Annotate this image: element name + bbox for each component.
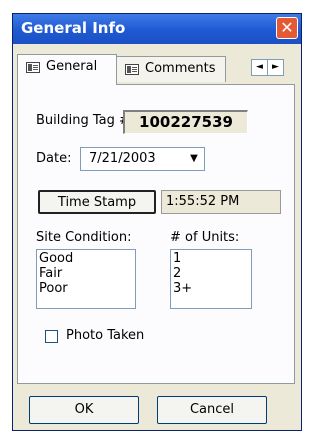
tab-general[interactable]: General — [17, 54, 117, 85]
building-tag-value: 100227539 — [123, 110, 248, 134]
tab-scroll-left-button[interactable]: ◄ — [251, 59, 268, 76]
arrow-left-icon: ◄ — [256, 62, 263, 72]
cancel-button[interactable]: Cancel — [157, 396, 267, 424]
window-title: General Info — [21, 19, 126, 37]
photo-taken-label[interactable]: Photo Taken — [66, 328, 144, 343]
building-tag-label: Building Tag #: — [36, 113, 135, 128]
list-item[interactable]: 3+ — [173, 281, 251, 296]
tab-strip: General Comments ◄ ► — [17, 54, 297, 85]
ok-button[interactable]: OK — [29, 396, 139, 424]
time-stamp-button[interactable]: Time Stamp — [38, 190, 156, 214]
list-item[interactable]: Good — [39, 251, 135, 266]
tab-scroll-right-button[interactable]: ► — [267, 59, 284, 76]
list-item[interactable]: 2 — [173, 266, 251, 281]
list-item[interactable]: Fair — [39, 266, 135, 281]
date-value: 7/21/2003 — [89, 151, 156, 166]
general-info-dialog: General Info ✕ General Comments ◄ ► Buil… — [12, 13, 302, 431]
photo-taken-checkbox[interactable] — [45, 330, 58, 343]
units-label: # of Units: — [170, 230, 240, 245]
title-bar[interactable]: General Info ✕ — [13, 14, 301, 44]
date-label: Date: — [36, 151, 72, 166]
tab-comments[interactable]: Comments — [116, 56, 226, 82]
site-condition-label: Site Condition: — [36, 230, 132, 245]
tab-comments-label: Comments — [145, 61, 216, 76]
arrow-right-icon: ► — [272, 62, 279, 72]
form-icon — [125, 64, 139, 75]
tab-general-label: General — [46, 59, 98, 74]
site-condition-list[interactable]: Good Fair Poor — [36, 249, 136, 309]
units-list[interactable]: 1 2 3+ — [170, 249, 252, 309]
date-dropdown[interactable]: 7/21/2003 ▼ — [80, 147, 205, 171]
dropdown-arrow-icon[interactable]: ▼ — [185, 149, 203, 169]
list-item[interactable]: 1 — [173, 251, 251, 266]
form-icon — [26, 62, 40, 73]
list-item[interactable]: Poor — [39, 281, 135, 296]
time-stamp-value: 1:55:52 PM — [161, 190, 281, 214]
tab-panel-general: Building Tag #: 100227539 Date: 7/21/200… — [17, 84, 295, 384]
close-icon: ✕ — [280, 18, 294, 37]
close-button[interactable]: ✕ — [276, 17, 298, 39]
